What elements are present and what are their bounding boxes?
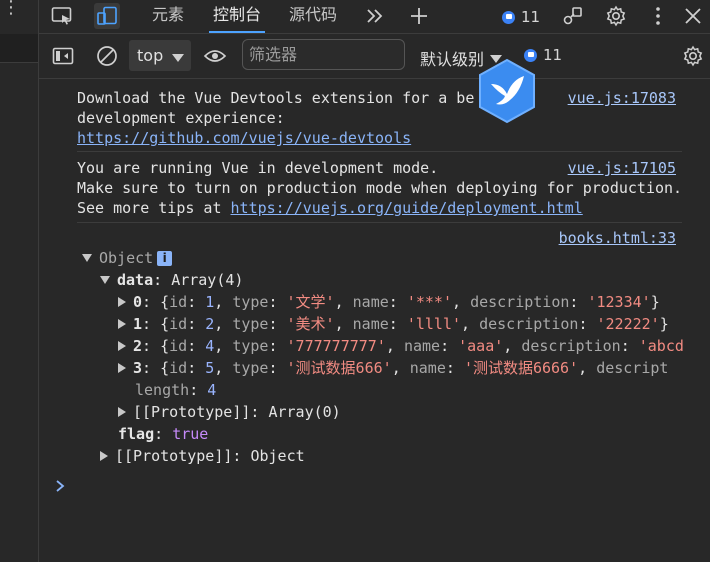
clear-console-icon[interactable] (94, 43, 120, 69)
collapsed-triangle-icon (118, 319, 126, 329)
object-root[interactable]: Object i (82, 247, 173, 269)
array-item[interactable]: 2: {id: 4, type: '777777777', name: 'aaa… (118, 335, 684, 357)
message-line: Make sure to turn on production mode whe… (77, 179, 683, 197)
item-preview: {id: 5, type: '测试数据666', name: '测试数据6666… (160, 359, 669, 377)
collapsed-triangle-icon (118, 341, 126, 351)
context-select[interactable]: top (129, 40, 191, 71)
console-toolbar: top 默认级别 11 (39, 34, 710, 79)
inspect-element-icon[interactable] (49, 3, 75, 29)
more-vertical-icon[interactable]: ⋮ (2, 0, 20, 17)
divider (77, 222, 682, 223)
source-link[interactable]: vue.js:17105 (568, 158, 676, 178)
divider (77, 151, 682, 152)
filter-input[interactable] (242, 39, 405, 70)
source-link[interactable]: books.html:33 (559, 228, 676, 248)
settings-gear-icon[interactable] (603, 3, 629, 29)
tab-elements[interactable]: 元素 (152, 0, 184, 33)
expanded-triangle-icon (100, 276, 110, 284)
tab-console[interactable]: 控制台 (208, 0, 266, 33)
collapsed-triangle-icon (118, 297, 126, 307)
collapsed-triangle-icon (118, 407, 126, 417)
tab-sources[interactable]: 源代码 (289, 0, 337, 33)
left-panel-bar (0, 34, 38, 63)
deployment-link[interactable]: https://vuejs.org/guide/deployment.html (231, 199, 583, 217)
sidebar-toggle-icon[interactable] (50, 43, 76, 69)
source-link[interactable]: vue.js:17083 (568, 88, 676, 108)
add-tab-icon[interactable] (406, 3, 432, 29)
flag-property: flag: true (118, 425, 209, 443)
data-property[interactable]: data: Array(4) (100, 269, 243, 291)
more-options-icon[interactable] (645, 3, 671, 29)
console-prompt-chevron-icon[interactable] (55, 478, 65, 497)
item-preview: {id: 2, type: '美术', name: 'llll', descri… (160, 315, 669, 333)
array-item[interactable]: 3: {id: 5, type: '测试数据666', name: '测试数据6… (118, 357, 683, 379)
floating-bird-logo-icon[interactable] (474, 58, 540, 124)
customize-icon[interactable] (560, 3, 586, 29)
console-settings-gear-icon[interactable] (680, 43, 706, 69)
array-item[interactable]: 0: {id: 1, type: '文学', name: '***', desc… (118, 291, 660, 313)
info-icon[interactable]: i (157, 251, 173, 266)
device-toolbar-icon[interactable] (94, 3, 120, 29)
array-prototype[interactable]: [[Prototype]]: Array(0) (118, 401, 341, 423)
devtools-tabbar: 元素 控制台 源代码 11 (39, 0, 710, 34)
more-tabs-icon[interactable] (362, 3, 388, 29)
message-line: See more tips at https://vuejs.org/guide… (77, 199, 583, 217)
issues-badge[interactable]: 11 (502, 8, 540, 26)
left-panel-strip: ⋮ (0, 0, 39, 562)
live-expression-eye-icon[interactable] (202, 43, 228, 69)
console-output: Download the Vue Devtools extension for … (39, 79, 710, 562)
item-preview: {id: 4, type: '777777777', name: 'aaa', … (160, 337, 684, 355)
message-icon (502, 10, 515, 24)
object-prototype[interactable]: [[Prototype]]: Object (100, 445, 305, 467)
item-preview: {id: 1, type: '文学', name: '***', descrip… (160, 293, 660, 311)
collapsed-triangle-icon (118, 363, 126, 373)
message-line: development experience: (77, 109, 285, 127)
expanded-triangle-icon (82, 254, 92, 262)
length-property: length: 4 (135, 381, 217, 399)
chevron-down-icon (172, 54, 184, 62)
collapsed-triangle-icon (100, 451, 108, 461)
close-icon[interactable] (680, 3, 706, 29)
devtools-link[interactable]: https://github.com/vuejs/vue-devtools (77, 129, 411, 147)
array-item[interactable]: 1: {id: 2, type: '美术', name: 'llll', des… (118, 313, 669, 335)
